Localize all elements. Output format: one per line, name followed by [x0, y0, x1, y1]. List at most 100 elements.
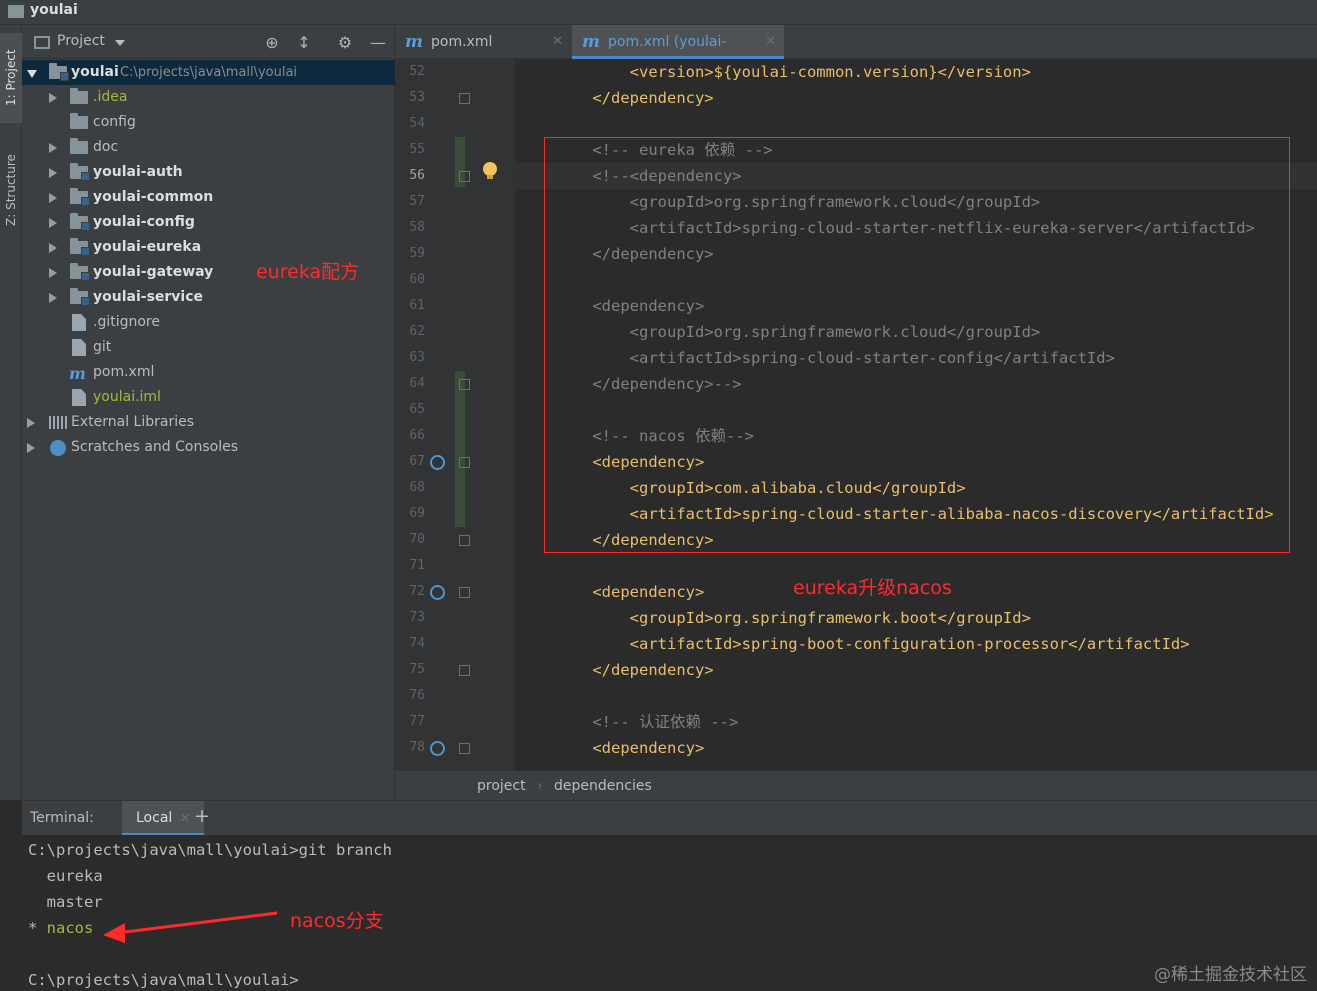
- overridden-dependency-icon[interactable]: [430, 455, 445, 470]
- chevron-right-icon[interactable]: [27, 443, 35, 453]
- chevron-right-icon[interactable]: [49, 218, 57, 228]
- tree-row[interactable]: config: [22, 110, 395, 135]
- code-line: <dependency>: [555, 297, 705, 315]
- overridden-dependency-icon[interactable]: [430, 741, 445, 756]
- line-number: 64: [409, 376, 425, 391]
- chevron-down-icon[interactable]: [27, 70, 37, 78]
- line-number: 67: [409, 454, 425, 469]
- tree-row[interactable]: External Libraries: [22, 410, 395, 435]
- tree-row[interactable]: youlai-common: [22, 185, 395, 210]
- tree-label: pom.xml: [93, 364, 155, 380]
- code-line: </dependency>: [555, 245, 714, 263]
- code-line: <!-- nacos 依赖-->: [555, 427, 754, 445]
- tree-label: youlai-common: [93, 189, 214, 205]
- line-number: 66: [409, 428, 425, 443]
- chevron-right-icon[interactable]: [49, 268, 57, 278]
- code-line: <groupId>org.springframework.cloud</grou…: [555, 193, 1041, 211]
- fold-marker-icon[interactable]: [459, 457, 470, 468]
- code-line: <!--<dependency>: [555, 167, 742, 185]
- tool-tab-project[interactable]: 1: Project: [0, 33, 22, 123]
- module-folder-icon: [70, 238, 90, 256]
- fold-marker-icon[interactable]: [459, 665, 470, 676]
- terminal-tab-local[interactable]: Local ✕: [122, 801, 204, 836]
- terminal-line: eureka: [28, 867, 103, 885]
- tree-label: youlai-gateway: [93, 264, 214, 280]
- fold-marker-icon[interactable]: [459, 379, 470, 390]
- tree-row[interactable]: m pom.xml: [22, 360, 395, 385]
- tree-label: Scratches and Consoles: [71, 439, 238, 455]
- tab-pom-youlai-auth[interactable]: m pom.xml (youlai-auth) ✕: [572, 25, 784, 84]
- new-terminal-button[interactable]: +: [194, 805, 210, 827]
- chevron-right-icon[interactable]: [49, 193, 57, 203]
- tool-tab-structure[interactable]: Z: Structure: [0, 140, 22, 240]
- tree-label: youlai-auth: [93, 164, 183, 180]
- line-number: 52: [409, 64, 425, 79]
- terminal-line: C:\projects\java\mall\youlai>: [28, 971, 299, 989]
- line-number: 71: [409, 558, 425, 573]
- chevron-right-icon[interactable]: [49, 243, 57, 253]
- annotation-upgrade: eureka升级nacos: [793, 577, 952, 599]
- tab-pom-youlai[interactable]: m pom.xml (youlai) ✕: [395, 25, 571, 84]
- maven-icon: m: [405, 32, 423, 52]
- code-line: <!-- eureka 依赖 -->: [555, 141, 773, 159]
- chevron-right-icon[interactable]: [49, 293, 57, 303]
- line-number: 73: [409, 610, 425, 625]
- tree-path: C:\projects\java\mall\youlai: [120, 65, 298, 80]
- collapse-all-icon[interactable]: ↕: [294, 33, 314, 53]
- line-number: 60: [409, 272, 425, 287]
- tree-row[interactable]: youlai.iml: [22, 385, 395, 410]
- line-number: 76: [409, 688, 425, 703]
- project-view-icon: [34, 36, 50, 49]
- code-line: <!-- 认证依赖 -->: [555, 713, 739, 731]
- line-number: 78: [409, 740, 425, 755]
- close-icon[interactable]: ✕: [765, 25, 776, 59]
- tree-row[interactable]: .idea: [22, 85, 395, 110]
- tree-row[interactable]: youlai-config: [22, 210, 395, 235]
- gear-icon[interactable]: ⚙: [335, 33, 355, 53]
- module-folder-icon: [70, 213, 90, 231]
- folder-icon: [70, 113, 88, 129]
- tree-label: youlai: [71, 64, 119, 80]
- maven-icon: m: [69, 364, 86, 383]
- module-folder-icon: [70, 188, 90, 206]
- locate-icon[interactable]: ⊕: [262, 33, 282, 53]
- chevron-right-icon[interactable]: [49, 93, 57, 103]
- intention-bulb-icon[interactable]: [483, 162, 497, 179]
- chevron-right-icon[interactable]: [49, 168, 57, 178]
- tree-row[interactable]: youlai-auth: [22, 160, 395, 185]
- line-number: 72: [409, 584, 425, 599]
- tree-row[interactable]: .gitignore: [22, 310, 395, 335]
- code-line: <dependency>: [555, 583, 705, 601]
- fold-marker-icon[interactable]: [459, 93, 470, 104]
- project-view-label[interactable]: Project: [57, 33, 105, 49]
- module-folder-icon: [70, 263, 90, 281]
- overridden-dependency-icon[interactable]: [430, 585, 445, 600]
- line-number: 65: [409, 402, 425, 417]
- fold-marker-icon[interactable]: [459, 535, 470, 546]
- tree-row[interactable]: Scratches and Consoles: [22, 435, 395, 460]
- vcs-change-marker: [455, 371, 465, 527]
- code-line: <artifactId>spring-cloud-starter-config<…: [555, 349, 1115, 367]
- chevron-right-icon[interactable]: [27, 418, 35, 428]
- minimize-icon[interactable]: —: [368, 33, 388, 53]
- chevron-right-icon[interactable]: [49, 143, 57, 153]
- fold-marker-icon[interactable]: [459, 743, 470, 754]
- tree-label: External Libraries: [71, 414, 194, 430]
- breadcrumb-item[interactable]: project: [477, 778, 526, 794]
- tree-row[interactable]: git: [22, 335, 395, 360]
- breadcrumb-item[interactable]: dependencies: [554, 778, 652, 794]
- chevron-down-icon[interactable]: [115, 40, 125, 46]
- close-icon[interactable]: ✕: [180, 811, 190, 825]
- tree-row[interactable]: youlai-service: [22, 285, 395, 310]
- fold-marker-icon[interactable]: [459, 171, 470, 182]
- line-number: 75: [409, 662, 425, 677]
- title-bar: youlai: [0, 0, 1317, 25]
- code-line: <artifactId>spring-cloud-starter-netflix…: [555, 219, 1255, 237]
- iml-file-icon: [72, 389, 86, 406]
- tree-row-root[interactable]: youlai C:\projects\java\mall\youlai: [22, 60, 395, 85]
- annotation-eureka-recipe: eureka配方: [256, 261, 360, 283]
- fold-marker-icon[interactable]: [459, 587, 470, 598]
- tree-row[interactable]: doc: [22, 135, 395, 160]
- close-icon[interactable]: ✕: [552, 25, 563, 59]
- code-line: </dependency>: [555, 531, 714, 549]
